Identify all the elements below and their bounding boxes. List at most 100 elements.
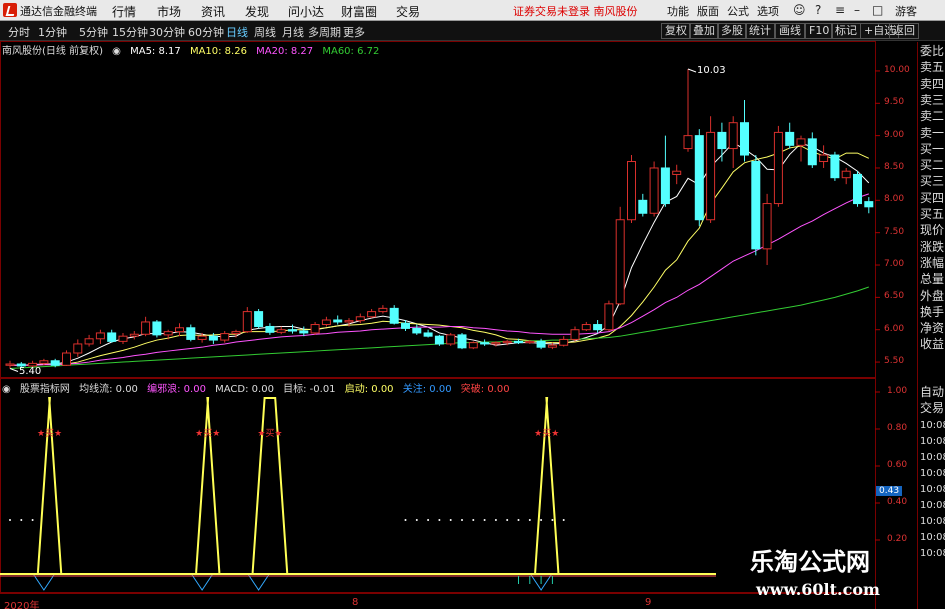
target-value: 目标: -0.01 xyxy=(283,384,336,395)
candle-body xyxy=(491,342,501,345)
indicator-current-value: 0.43 xyxy=(876,486,903,496)
quote-field-label: 买一 xyxy=(920,141,945,156)
menu-function[interactable]: 功能 xyxy=(667,3,689,19)
candle-body xyxy=(254,311,264,327)
quote-field-label: 买四 xyxy=(920,190,945,205)
candle-body xyxy=(660,167,670,205)
candle-body xyxy=(231,331,241,335)
candle-body xyxy=(717,131,727,150)
period-weekly[interactable]: 周线 xyxy=(254,24,276,40)
candle-body xyxy=(864,201,874,208)
candle-body xyxy=(152,321,162,336)
indicator-name[interactable]: 股票指标网 xyxy=(20,384,70,395)
period-15min[interactable]: 15分钟 xyxy=(112,24,148,40)
candle-body xyxy=(559,338,569,346)
candle-body xyxy=(186,327,196,340)
price-info-bar: 南风股份(日线 前复权) ◉ MA5: 8.17 MA10: 8.26 MA20… xyxy=(2,42,385,58)
menu-quotes[interactable]: 行情 xyxy=(112,3,136,20)
indicator-tick-label: 0.60 xyxy=(887,460,908,470)
stats-button[interactable]: 统计 xyxy=(745,23,775,39)
menu-icon[interactable]: ≡ xyxy=(835,3,845,17)
auto-trade-label[interactable]: 自动 xyxy=(920,385,944,399)
candle-body xyxy=(265,325,275,333)
restore-button[interactable]: 复权 xyxy=(661,23,691,39)
user-icon[interactable]: ☺ xyxy=(793,3,806,17)
ma-line-ma5 xyxy=(10,142,870,366)
candle-body xyxy=(672,170,682,175)
trade-time: 10:08 xyxy=(920,468,945,479)
candle-body xyxy=(378,307,388,313)
indicator-dot xyxy=(494,519,497,521)
maximize-icon[interactable]: □ xyxy=(872,3,883,17)
candle-body xyxy=(604,303,614,331)
quote-field-label: 买五 xyxy=(920,207,945,221)
candle-body xyxy=(480,342,490,345)
quote-field-label: 净资 xyxy=(920,321,945,336)
period-60min[interactable]: 60分钟 xyxy=(188,24,224,40)
quote-field-label: 卖五 xyxy=(920,60,945,75)
ma-line-ma60 xyxy=(9,286,869,370)
menu-trade[interactable]: 交易 xyxy=(396,3,420,20)
menu-discover[interactable]: 发现 xyxy=(245,3,269,20)
menu-ask[interactable]: 问小达 xyxy=(288,3,324,20)
menu-news[interactable]: 资讯 xyxy=(201,3,225,20)
quote-field-label: 外盘 xyxy=(920,288,945,303)
menu-formula[interactable]: 公式 xyxy=(727,3,749,19)
settings-icon[interactable]: ◉ xyxy=(112,46,121,57)
candle-body xyxy=(627,161,636,221)
menu-layout[interactable]: 版面 xyxy=(697,3,719,19)
candle-body xyxy=(683,135,693,150)
candle-body xyxy=(728,122,738,150)
period-fenshi[interactable]: 分时 xyxy=(8,24,30,40)
candle-body xyxy=(208,335,218,341)
candle-body xyxy=(706,131,716,221)
signal-trapezoid xyxy=(195,397,221,574)
trade-time: 10:08 xyxy=(920,452,945,463)
guest-label[interactable]: 游客 xyxy=(895,3,917,19)
trade-time: 10:08 xyxy=(920,420,945,431)
period-monthly[interactable]: 月线 xyxy=(282,24,304,40)
back-button[interactable]: 返回 xyxy=(889,23,919,39)
indicator-tick-label: 1.00 xyxy=(887,386,908,396)
indicator-toggle-icon[interactable]: ◉ xyxy=(2,384,11,395)
ma20-value: MA20: 8.27 xyxy=(256,46,314,57)
buy-signal-label: ★买★ xyxy=(534,428,559,439)
overlay-button[interactable]: 叠加 xyxy=(689,23,719,39)
candle-body xyxy=(276,329,286,333)
trade-time: 10:08 xyxy=(920,548,945,559)
menu-wealth[interactable]: 财富圈 xyxy=(341,3,377,20)
candle-body xyxy=(412,327,422,334)
candle-body xyxy=(615,219,625,305)
signal-trapezoid xyxy=(36,397,63,574)
help-icon[interactable]: ? xyxy=(815,3,821,17)
multi-stock-button[interactable]: 多股 xyxy=(717,23,747,39)
candle-body xyxy=(310,324,320,334)
period-daily[interactable]: 日线 xyxy=(226,24,248,40)
stock-name: 南风股份(日线 前复权) xyxy=(2,46,103,57)
candle-body xyxy=(514,340,523,344)
candle-body xyxy=(570,329,580,340)
menu-market[interactable]: 市场 xyxy=(157,3,181,20)
period-multi[interactable]: 多周期 xyxy=(308,24,341,40)
price-tick-label: 7.50 xyxy=(884,226,905,237)
candle-body xyxy=(547,344,557,348)
minimize-icon[interactable]: – xyxy=(854,3,860,17)
login-alert[interactable]: 证券交易未登录 南风股份 xyxy=(513,3,638,19)
draw-button[interactable]: 画线 xyxy=(775,23,805,39)
candle-body xyxy=(785,131,795,146)
indicator-dot xyxy=(483,519,486,521)
period-30min[interactable]: 30分钟 xyxy=(149,24,185,40)
trade-time: 10:08 xyxy=(920,436,945,447)
signal-triangle xyxy=(530,574,552,591)
kline-chart[interactable]: ★买★ ★买★ ★买★ ★买★ xyxy=(0,0,945,609)
quote-field-label: 总量 xyxy=(920,272,945,287)
mark-button[interactable]: 标记 xyxy=(831,23,861,39)
low-price-label: 5.40 xyxy=(19,365,42,377)
candle-body xyxy=(457,334,467,349)
menu-options[interactable]: 选项 xyxy=(757,3,779,19)
period-5min[interactable]: 5分钟 xyxy=(79,24,108,40)
f10-button[interactable]: F10 xyxy=(805,23,834,39)
period-more[interactable]: 更多 xyxy=(343,24,365,40)
period-1min[interactable]: 1分钟 xyxy=(38,24,67,40)
auto-trade-label[interactable]: 交易 xyxy=(920,401,944,415)
